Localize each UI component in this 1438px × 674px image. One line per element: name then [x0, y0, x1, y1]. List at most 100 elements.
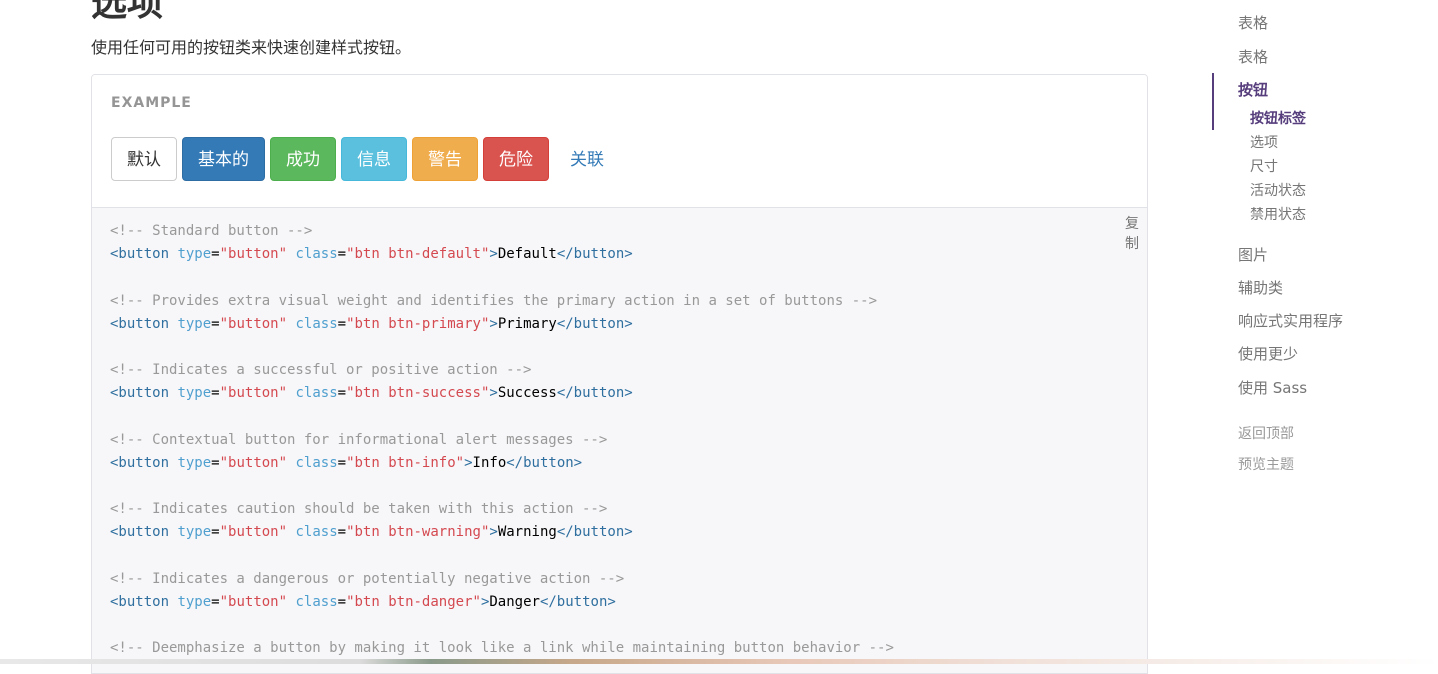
- code-attr-name: type: [177, 594, 212, 610]
- success-button[interactable]: 成功: [270, 137, 336, 181]
- info-button[interactable]: 信息: [341, 137, 407, 181]
- warning-button[interactable]: 警告: [412, 137, 478, 181]
- code-tag: </button>: [556, 385, 633, 402]
- code-tag: </button>: [539, 594, 616, 610]
- code-text: Danger: [489, 594, 540, 610]
- code-text: Warning: [497, 524, 557, 541]
- code-tag: >: [489, 246, 498, 263]
- sidebar-subitem-button-tags[interactable]: 按钮标签: [1250, 108, 1306, 128]
- copy-button[interactable]: 复制: [1123, 214, 1141, 254]
- code-tag: </button>: [556, 246, 633, 263]
- code-attr-value: "btn btn-warning": [346, 524, 490, 541]
- sidebar-subitem-options[interactable]: 选项: [1250, 132, 1278, 152]
- example-label: EXAMPLE: [111, 95, 192, 111]
- example-preview: EXAMPLE 默认 基本的 成功 信息 警告 危险 关联: [92, 75, 1147, 208]
- sidebar-item-using-less[interactable]: 使用更少: [1238, 343, 1298, 364]
- code-equals: =: [211, 524, 220, 541]
- code-equals: =: [337, 524, 347, 541]
- code-attr-value: "button": [219, 246, 288, 263]
- code-tag: >: [489, 315, 498, 332]
- code-attr-value: "btn btn-default": [346, 246, 490, 263]
- code-equals: =: [211, 315, 220, 332]
- code-tag: >: [489, 385, 498, 402]
- code-button-line: <button type="button" class="btn btn-war…: [110, 521, 894, 544]
- preview-theme-link[interactable]: 预览主题: [1238, 454, 1294, 474]
- sidebar-item-tables-1[interactable]: 表格: [1238, 12, 1268, 33]
- code-equals: =: [211, 454, 220, 471]
- sidebar-item-helpers[interactable]: 辅助类: [1238, 277, 1283, 298]
- sidebar-subitem-sizes[interactable]: 尺寸: [1250, 156, 1278, 176]
- code-attr-name: type: [177, 385, 212, 402]
- code-comment: <!-- Standard button -->: [110, 223, 313, 239]
- code-attr-name: class: [295, 454, 338, 471]
- page-lead: 使用任何可用的按钮类来快速创建样式按钮。: [91, 38, 412, 57]
- sidebar-subitem-active-state[interactable]: 活动状态: [1250, 180, 1306, 200]
- code-lines: <!-- Standard button --> <button type="bu…: [110, 220, 894, 661]
- sidebar-item-buttons[interactable]: 按钮: [1238, 79, 1268, 100]
- code-tag: <button: [110, 315, 170, 332]
- code-comment-line: <!-- Indicates caution should be taken w…: [110, 498, 894, 521]
- code-attr-name: class: [295, 385, 338, 402]
- code-button-line: <button type="button" class="btn btn-dan…: [110, 591, 894, 614]
- danger-button[interactable]: 危险: [483, 137, 549, 181]
- code-attr-value: "button": [219, 594, 288, 610]
- code-attr-value: "button": [219, 315, 288, 332]
- code-attr-value: "btn btn-danger": [346, 594, 481, 610]
- back-to-top-link[interactable]: 返回顶部: [1238, 423, 1294, 443]
- code-button-line: <button type="button" class="btn btn-pri…: [110, 313, 894, 336]
- sidebar-item-images[interactable]: 图片: [1238, 244, 1268, 265]
- default-button[interactable]: 默认: [111, 137, 177, 181]
- code-attr-value: "button": [219, 524, 288, 541]
- link-button[interactable]: 关联: [554, 137, 620, 181]
- code-attr-name: type: [177, 315, 212, 332]
- code-text: Success: [497, 385, 557, 402]
- code-tag: <button: [110, 454, 170, 471]
- code-attr-name: type: [177, 246, 212, 263]
- code-attr-value: "button": [219, 385, 288, 402]
- code-attr-name: type: [177, 524, 212, 541]
- code-comment-line: <!-- Indicates a dangerous or potentiall…: [110, 568, 894, 591]
- example-box: EXAMPLE 默认 基本的 成功 信息 警告 危险 关联 复制 <!-- St…: [91, 74, 1148, 674]
- code-attr-name: class: [295, 315, 338, 332]
- code-attr-value: "btn btn-info": [346, 454, 465, 471]
- code-equals: =: [211, 594, 220, 610]
- sidebar-item-tables-2[interactable]: 表格: [1238, 46, 1268, 67]
- sidebar-item-using-sass[interactable]: 使用 Sass: [1238, 377, 1307, 398]
- code-comment-line: <!-- Contextual button for informational…: [110, 429, 894, 452]
- code-comment-line: <!-- Provides extra visual weight and id…: [110, 290, 894, 313]
- code-comment: <!-- Deemphasize a button by making it l…: [110, 640, 894, 657]
- sidebar-item-responsive-utilities[interactable]: 响应式实用程序: [1238, 310, 1343, 331]
- code-comment: <!-- Indicates a successful or positive …: [110, 362, 532, 379]
- code-tag: </button>: [506, 454, 583, 471]
- code-equals: =: [211, 246, 220, 263]
- code-attr-name: class: [295, 594, 338, 610]
- code-tag: >: [464, 454, 473, 471]
- code-equals: =: [337, 315, 347, 332]
- code-tag: <button: [110, 524, 170, 541]
- code-button-line: <button type="button" class="btn btn-inf…: [110, 452, 894, 475]
- code-attr-value: "btn btn-success": [346, 385, 490, 402]
- code-equals: =: [337, 594, 347, 610]
- code-text: Info: [472, 454, 507, 471]
- code-equals: =: [337, 246, 347, 263]
- sidebar-active-indicator: [1212, 73, 1214, 130]
- code-equals: =: [337, 454, 347, 471]
- code-comment: <!-- Provides extra visual weight and id…: [110, 292, 878, 309]
- primary-button[interactable]: 基本的: [182, 137, 265, 181]
- code-text: Primary: [497, 315, 557, 332]
- code-tag: <button: [110, 594, 170, 610]
- code-tag: </button>: [556, 524, 633, 541]
- code-block: 复制 <!-- Standard button --> <button type=…: [92, 208, 1147, 673]
- code-text: Default: [497, 246, 557, 263]
- page-title: 选项: [91, 0, 164, 24]
- taskbar-strip: [0, 659, 1438, 664]
- code-tag: <button: [110, 385, 170, 402]
- code-equals: =: [211, 385, 220, 402]
- sidebar-subitem-disabled-state[interactable]: 禁用状态: [1250, 204, 1306, 224]
- code-attr-name: class: [295, 524, 338, 541]
- code-button-line: <button type="button" class="btn btn-suc…: [110, 382, 894, 405]
